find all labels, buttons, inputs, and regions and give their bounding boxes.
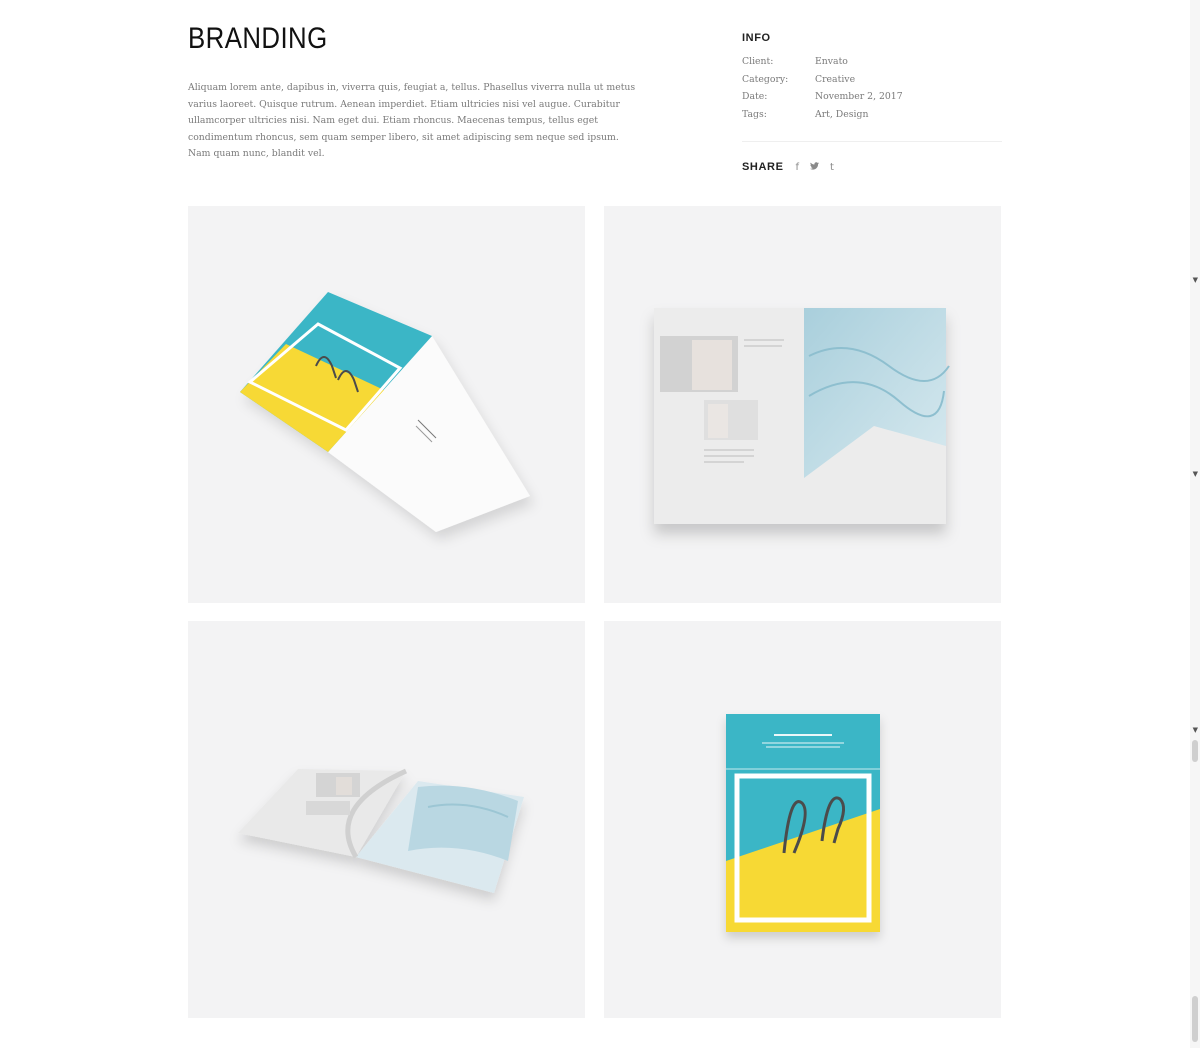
- info-row-date: Date: November 2, 2017: [742, 91, 1002, 109]
- info-label: Tags:: [742, 108, 767, 120]
- magazine-perspective-image: [238, 768, 524, 893]
- info-row-category: Category: Creative: [742, 74, 1002, 92]
- scroll-up-icon[interactable]: ▼: [1193, 276, 1198, 284]
- info-label: Date:: [742, 91, 768, 102]
- project-info: INFO Client: Envato Category: Creative D…: [742, 32, 1002, 173]
- gallery-item-2[interactable]: [604, 206, 1001, 603]
- brochure-mockup-image: [240, 292, 530, 532]
- scroll-thumb[interactable]: [1192, 740, 1198, 762]
- share-label: SHARE: [742, 161, 784, 173]
- info-row-client: Client: Envato: [742, 56, 1002, 74]
- info-label: Client:: [742, 56, 774, 67]
- magazine-spread-image: [654, 308, 950, 524]
- gallery-item-3[interactable]: [188, 621, 585, 1018]
- gallery-item-1[interactable]: [188, 206, 585, 603]
- info-value: Creative: [815, 73, 856, 85]
- scroll-down-icon[interactable]: ▼: [1193, 470, 1198, 478]
- info-heading: INFO: [742, 32, 771, 44]
- tumblr-icon[interactable]: t: [830, 162, 834, 173]
- gallery-item-4[interactable]: [604, 621, 1001, 1018]
- info-value: November 2, 2017: [815, 91, 903, 102]
- info-divider: [742, 141, 1002, 142]
- scroll-arrow-icon[interactable]: ▼: [1193, 726, 1198, 734]
- info-value[interactable]: Art, Design: [815, 109, 868, 127]
- page-scrollbar[interactable]: ▼ ▼ ▼: [1190, 0, 1200, 1048]
- page-title: BRANDING: [188, 22, 328, 55]
- info-value: Envato: [815, 56, 848, 67]
- info-label: Category:: [742, 73, 789, 85]
- info-row-tags: Tags: Art, Design: [742, 109, 1002, 127]
- project-description: Aliquam lorem ante, dapibus in, viverra …: [188, 82, 636, 159]
- facebook-icon[interactable]: f: [796, 162, 800, 173]
- share-bar: SHARE f t: [742, 161, 834, 173]
- scroll-thumb-secondary[interactable]: [1192, 996, 1198, 1042]
- brochure-cover-image: [726, 714, 880, 932]
- twitter-icon[interactable]: [810, 161, 820, 173]
